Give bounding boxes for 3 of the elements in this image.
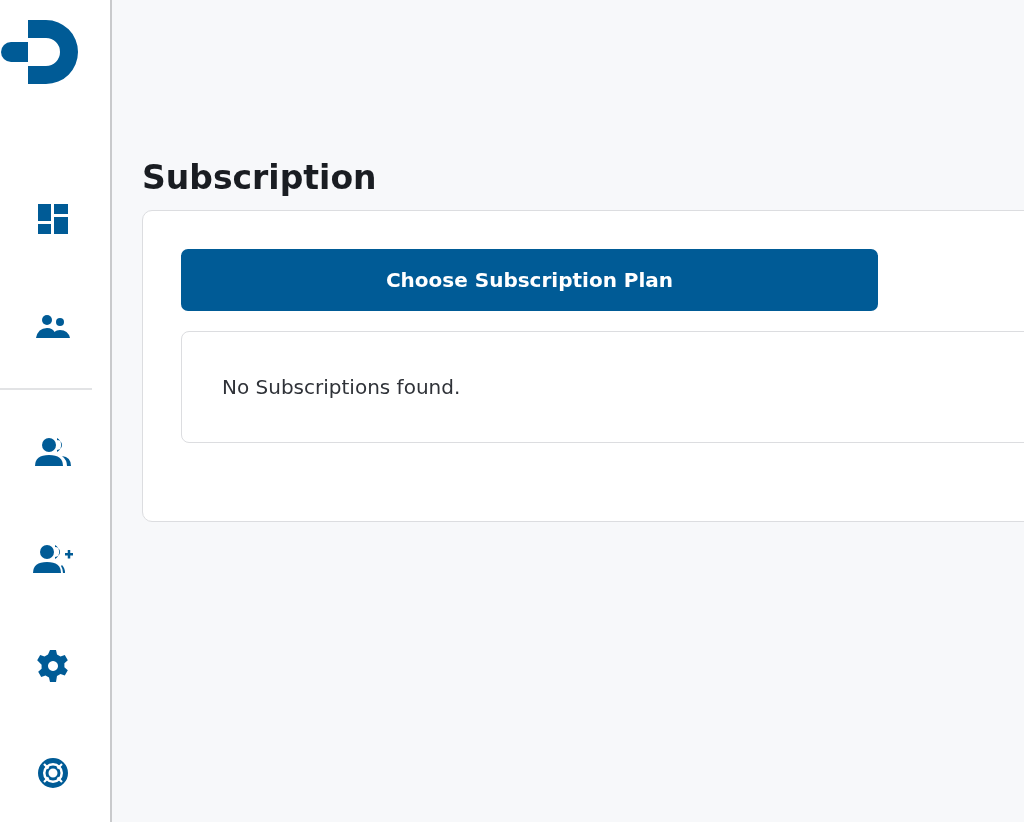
choose-plan-button[interactable]: Choose Subscription Plan — [181, 249, 878, 311]
empty-message: No Subscriptions found. — [222, 375, 461, 399]
page-title: Subscription — [142, 157, 378, 199]
